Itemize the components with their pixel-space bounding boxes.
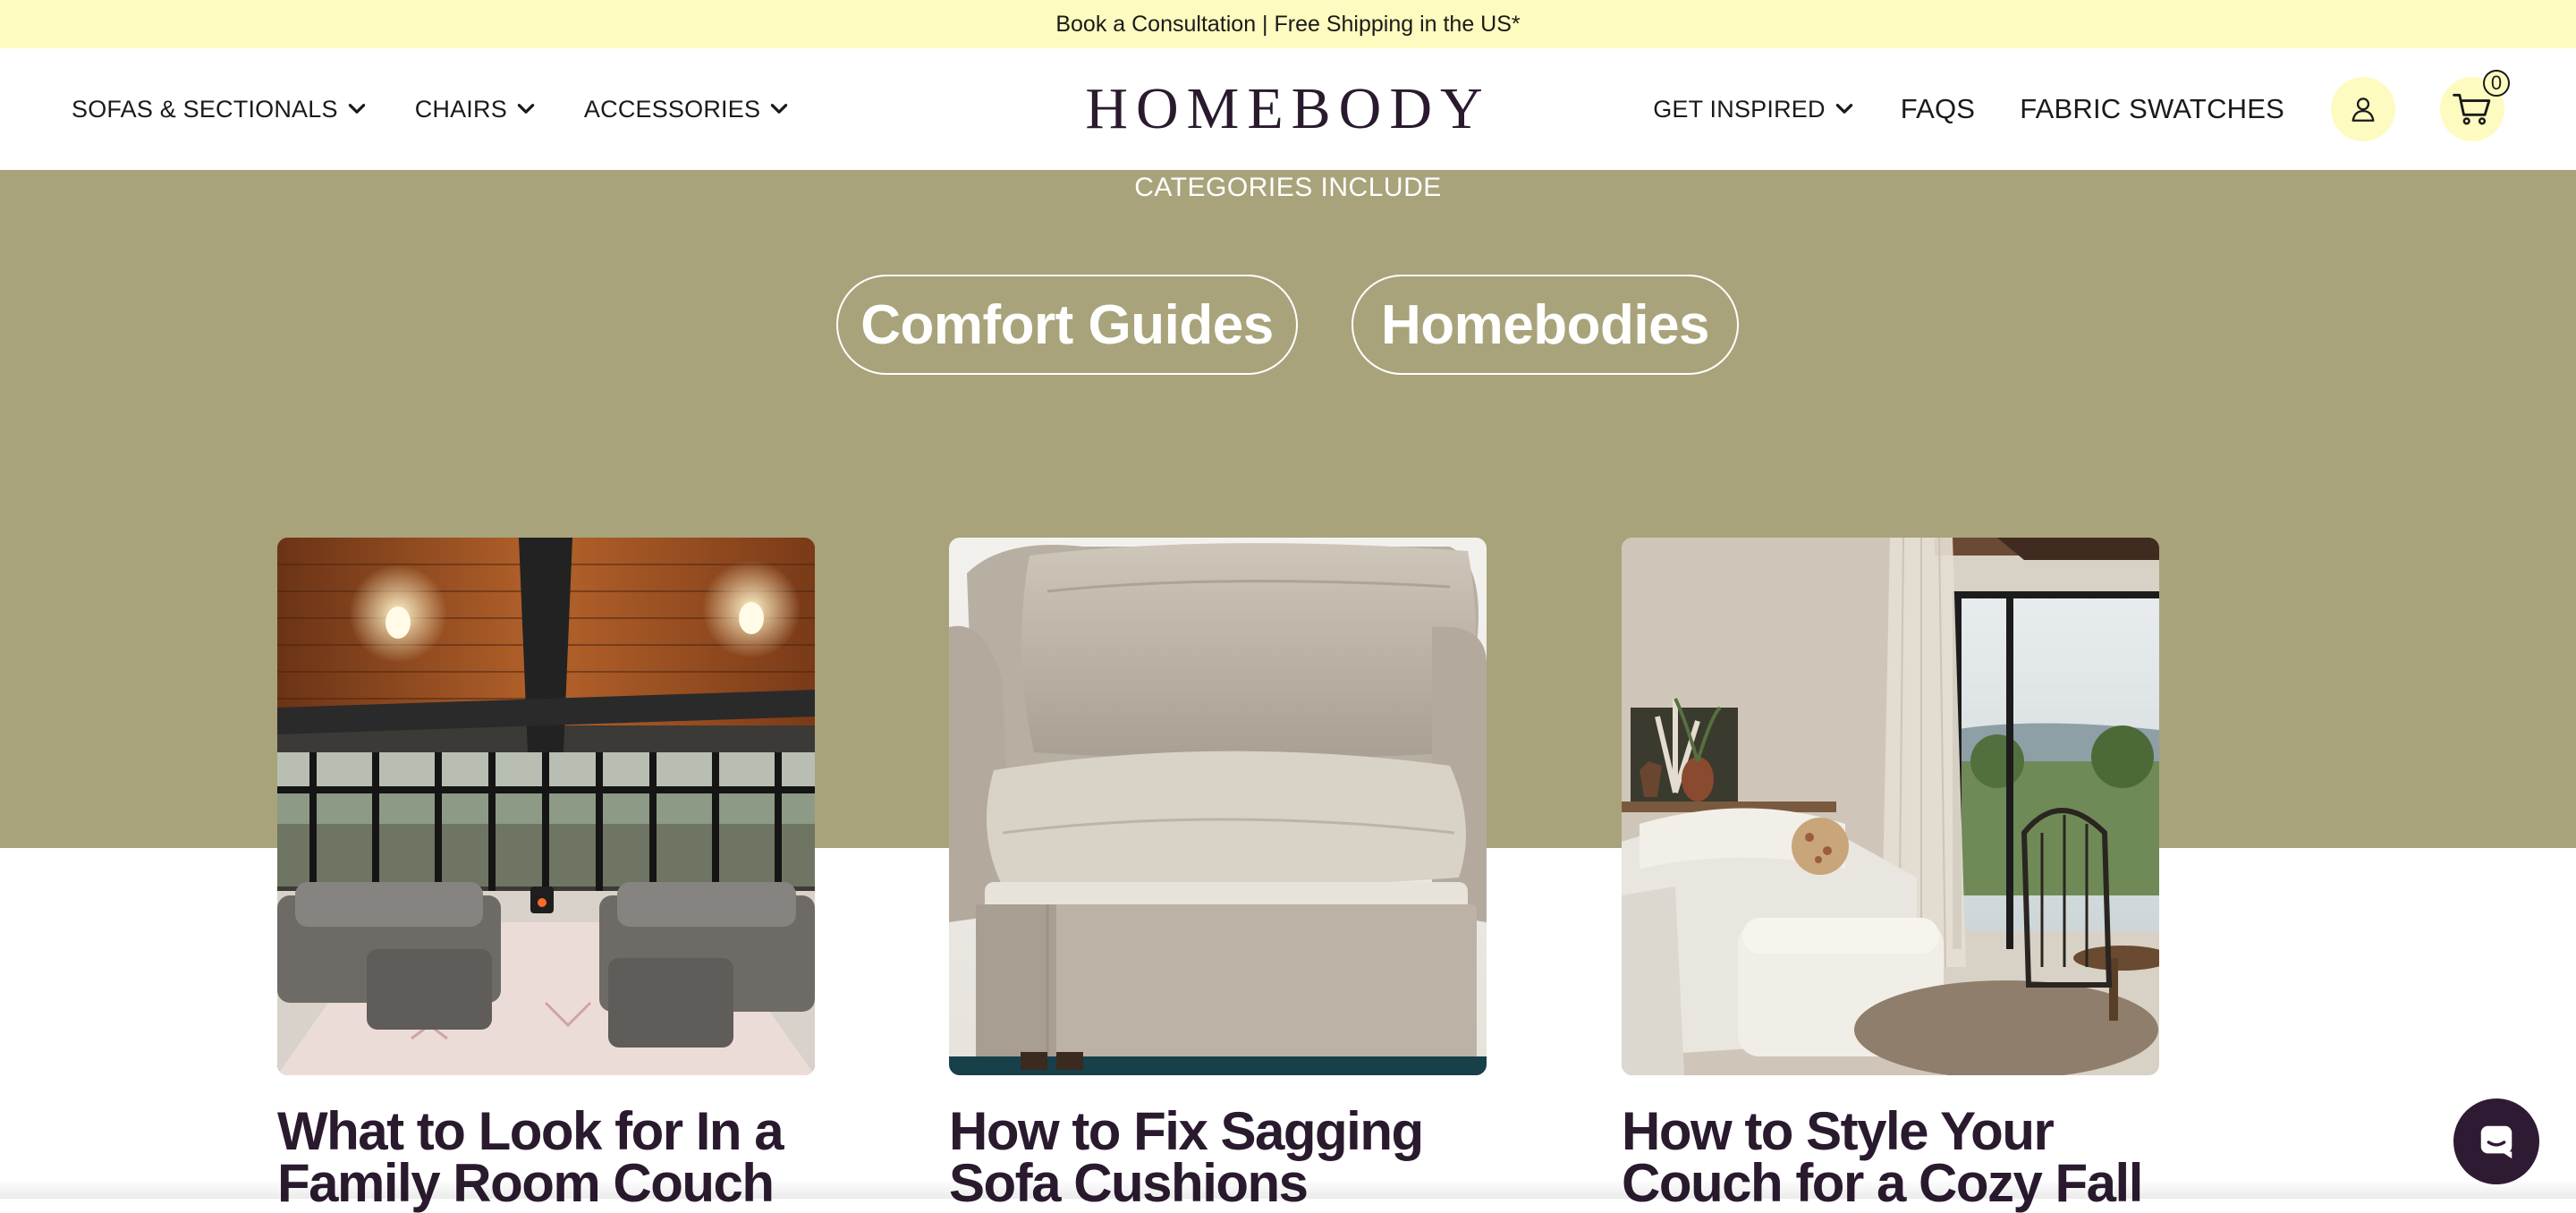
nav-faqs[interactable]: FAQS: [1901, 93, 1976, 125]
announcement-bar[interactable]: Book a Consultation | Free Shipping in t…: [0, 0, 2576, 48]
account-button[interactable]: [2331, 77, 2395, 141]
article-image-family-room[interactable]: [277, 538, 815, 1075]
nav-label: SOFAS & SECTIONALS: [72, 95, 338, 123]
announcement-text[interactable]: Book a Consultation | Free Shipping in t…: [1055, 12, 1520, 38]
cart-button[interactable]: 0: [2440, 70, 2510, 141]
nav-label: FABRIC SWATCHES: [2020, 93, 2284, 124]
nav-sofas-sectionals[interactable]: SOFAS & SECTIONALS: [72, 96, 369, 123]
category-pill-comfort-guides[interactable]: Comfort Guides: [836, 275, 1298, 375]
chat-icon: [2480, 1125, 2512, 1159]
secondary-nav: GET INSPIRED FAQS FABRIC SWATCHES 0: [1653, 48, 2510, 170]
site-header: SOFAS & SECTIONALS CHAIRS ACCESSORIES HO…: [0, 48, 2576, 171]
chevron-down-icon: [1835, 104, 1852, 114]
cart-count-badge: 0: [2483, 70, 2510, 97]
bottom-fade: [0, 1179, 2576, 1199]
chevron-down-icon: [770, 104, 788, 114]
chat-launcher-button[interactable]: [2453, 1098, 2539, 1184]
nav-chairs[interactable]: CHAIRS: [415, 96, 538, 123]
article-image-cozy-fall[interactable]: [1622, 538, 2159, 1075]
cart-icon: [2453, 93, 2491, 125]
article-image-sagging-cushions[interactable]: [949, 538, 1487, 1075]
nav-label: ACCESSORIES: [583, 95, 761, 123]
primary-nav: SOFAS & SECTIONALS CHAIRS ACCESSORIES: [72, 48, 791, 170]
nav-get-inspired[interactable]: GET INSPIRED: [1653, 96, 1855, 123]
user-icon: [2351, 98, 2375, 122]
nav-accessories[interactable]: ACCESSORIES: [584, 96, 791, 123]
chevron-down-icon: [348, 104, 365, 114]
categories-heading: CATEGORIES INCLUDE: [1134, 173, 1442, 202]
nav-label: GET INSPIRED: [1653, 95, 1826, 123]
chevron-down-icon: [517, 104, 535, 114]
homebody-logo[interactable]: HOMEBODY: [1085, 48, 1489, 170]
category-pill-homebodies[interactable]: Homebodies: [1352, 275, 1739, 375]
nav-fabric-swatches[interactable]: FABRIC SWATCHES: [2020, 93, 2284, 125]
nav-label: FAQS: [1900, 93, 1976, 124]
nav-label: CHAIRS: [414, 95, 507, 123]
